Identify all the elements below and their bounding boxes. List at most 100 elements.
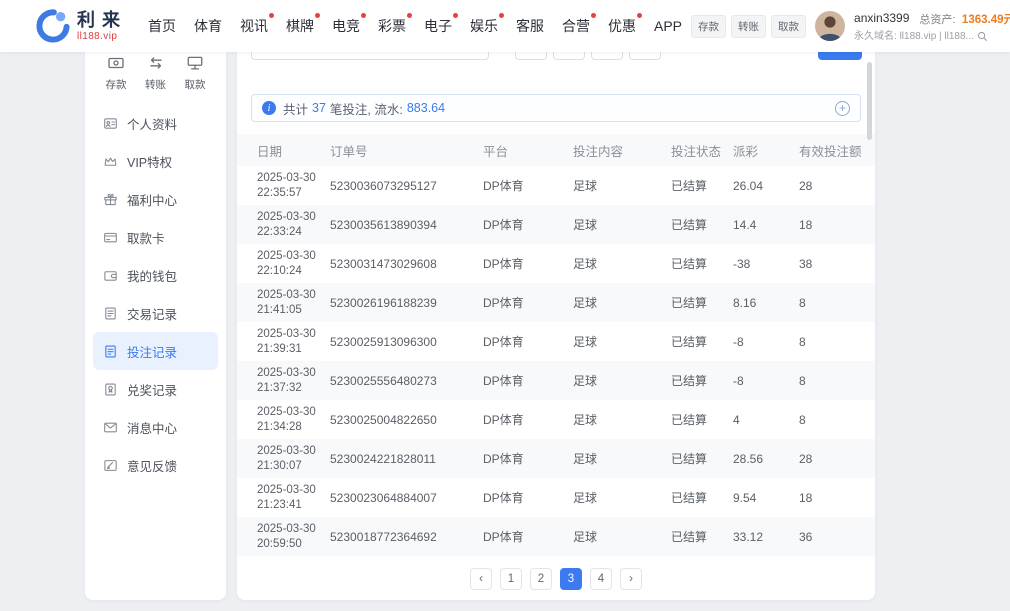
sidebar-item-4[interactable]: 我的钱包 [93,256,218,294]
date-text: 2025-03-30 [257,444,330,459]
cell-valid-amount: 18 [799,218,855,232]
sidebar-item-5[interactable]: 交易记录 [93,294,218,332]
cell-payout: -8 [733,335,799,349]
table-row: 2025-03-3021:41:055230026196188239DP体育足球… [237,283,875,322]
pagination-page-4[interactable]: 4 [590,568,612,590]
user-quick-button-1[interactable]: 转账 [731,15,766,38]
sidebar-item-0[interactable]: 个人资料 [93,104,218,142]
table-row: 2025-03-3022:10:245230031473029608DP体育足球… [237,244,875,283]
nav-item-label: APP [654,18,682,34]
cell-date: 2025-03-3021:41:05 [257,288,330,318]
cell-date: 2025-03-3021:23:41 [257,483,330,513]
sidebar-quick-action-0[interactable]: 存款 [100,54,132,92]
nav-item-label: 客服 [516,18,544,34]
cell-valid-amount: 36 [799,530,855,544]
cell-date: 2025-03-3021:34:28 [257,405,330,435]
nav-item-label: 合营 [562,18,590,34]
nav-item-label: 娱乐 [470,18,498,34]
sidebar-item-2[interactable]: 福利中心 [93,180,218,218]
cell-platform: DP体育 [483,294,573,311]
cell-payout: -38 [733,257,799,271]
cell-valid-amount: 8 [799,374,855,388]
nav-item-10[interactable]: 优惠 [599,0,645,52]
cell-status: 已结算 [671,177,733,194]
cell-date: 2025-03-3022:10:24 [257,249,330,279]
search-icon[interactable] [977,31,988,42]
transfer-icon [147,54,165,72]
vip-crown-icon [103,154,118,169]
cell-date: 2025-03-3021:39:31 [257,327,330,357]
nav-item-1[interactable]: 体育 [185,0,231,52]
table-row: 2025-03-3020:59:505230018772364692DP体育足球… [237,517,875,556]
sidebar-item-6[interactable]: 投注记录 [93,332,218,370]
time-text: 21:34:28 [257,420,330,435]
nav-item-label: 视讯 [240,18,268,34]
hot-badge [453,13,458,18]
cell-platform: DP体育 [483,528,573,545]
cell-payout: 9.54 [733,491,799,505]
table-row: 2025-03-3021:39:315230025913096300DP体育足球… [237,322,875,361]
nav-item-11[interactable]: APP [645,0,691,52]
prize-records-icon [103,382,118,397]
cell-order: 5230023064884007 [330,491,483,505]
cell-status: 已结算 [671,489,733,506]
time-text: 21:37:32 [257,381,330,396]
cell-status: 已结算 [671,216,733,233]
column-header-5: 派彩 [733,141,799,160]
sidebar-item-label: 我的钱包 [127,266,177,285]
date-text: 2025-03-30 [257,366,330,381]
sidebar-item-3[interactable]: 取款卡 [93,218,218,256]
brand-logo[interactable]: 利来 ll188.vip [36,9,127,43]
wallet-icon [103,268,118,283]
cell-status: 已结算 [671,294,733,311]
pagination-prev[interactable]: ‹ [470,568,492,590]
nav-item-4[interactable]: 电竞 [323,0,369,52]
table-row: 2025-03-3022:35:575230036073295127DP体育足球… [237,166,875,205]
table-row: 2025-03-3021:34:285230025004822650DP体育足球… [237,400,875,439]
cell-content: 足球 [573,216,671,233]
bet-records-panel: 共计 37 笔投注, 流水: 883.64 日期订单号平台投注内容投注状态派彩有… [237,28,875,600]
cell-order: 5230024221828011 [330,452,483,466]
message-icon [103,420,118,435]
time-text: 21:39:31 [257,342,330,357]
nav-item-2[interactable]: 视讯 [231,0,277,52]
summary-middle: 笔投注, 流水: [330,99,403,118]
pagination-page-2[interactable]: 2 [530,568,552,590]
column-header-2: 平台 [483,141,573,160]
sidebar-quick-action-1[interactable]: 转账 [140,54,172,92]
sidebar-item-label: 福利中心 [127,190,177,209]
sidebar-quick-action-2[interactable]: 取款 [179,54,211,92]
sidebar-item-8[interactable]: 消息中心 [93,408,218,446]
nav-item-9[interactable]: 合营 [553,0,599,52]
nav-item-5[interactable]: 彩票 [369,0,415,52]
pagination-page-1[interactable]: 1 [500,568,522,590]
quick-action-label: 转账 [145,77,166,92]
pagination-next[interactable]: › [620,568,642,590]
nav-item-0[interactable]: 首页 [139,0,185,52]
scrollbar-thumb[interactable] [867,62,872,140]
sidebar-item-7[interactable]: 兑奖记录 [93,370,218,408]
summary-count: 37 [312,101,326,115]
sidebar-item-1[interactable]: VIP特权 [93,142,218,180]
user-quick-button-2[interactable]: 取款 [771,15,806,38]
time-text: 21:30:07 [257,459,330,474]
hot-badge [361,13,366,18]
username: anxin3399 [854,12,909,25]
plus-circle-icon[interactable] [835,101,850,116]
nav-item-7[interactable]: 娱乐 [461,0,507,52]
pagination-page-3[interactable]: 3 [560,568,582,590]
bank-card-icon [103,230,118,245]
user-quick-button-0[interactable]: 存款 [691,15,726,38]
pagination: ‹ 1234 › [237,568,875,590]
cell-status: 已结算 [671,372,733,389]
cell-date: 2025-03-3022:33:24 [257,210,330,240]
table-header: 日期订单号平台投注内容投注状态派彩有效投注额 [237,134,875,166]
summary-bar: 共计 37 笔投注, 流水: 883.64 [251,94,861,122]
nav-item-6[interactable]: 电子 [415,0,461,52]
assets-label: 总资产: [919,14,955,26]
avatar[interactable] [815,11,845,41]
time-text: 20:59:50 [257,537,330,552]
nav-item-8[interactable]: 客服 [507,0,553,52]
nav-item-3[interactable]: 棋牌 [277,0,323,52]
sidebar-item-9[interactable]: 意见反馈 [93,446,218,484]
